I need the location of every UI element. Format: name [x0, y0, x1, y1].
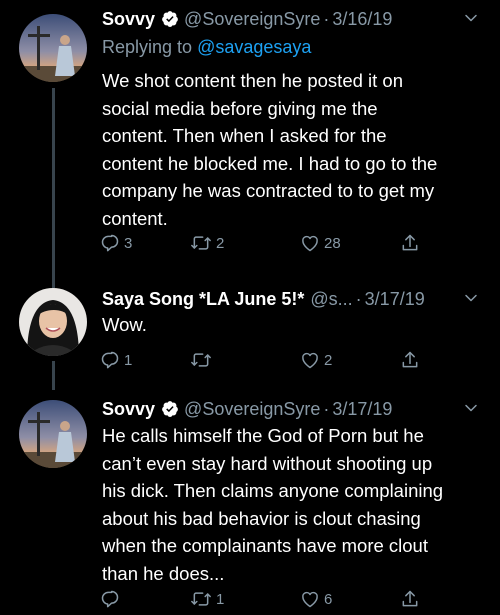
text-line: company he was contracted to to get my — [102, 180, 435, 201]
like-button[interactable]: 28 — [300, 233, 341, 253]
chevron-down-icon[interactable] — [464, 401, 478, 415]
tweet-header: Sovvy @SovereignSyre · 3/17/19 — [102, 396, 482, 422]
tweet-text: We shot content then he posted it on soc… — [102, 67, 487, 232]
reply-count: 3 — [124, 234, 133, 252]
verified-badge-icon — [162, 401, 178, 417]
like-button[interactable]: 2 — [300, 350, 332, 370]
handle[interactable]: @s... — [310, 286, 352, 312]
chevron-down-icon[interactable] — [464, 291, 478, 305]
text-line: content. Then when I asked for the — [102, 125, 387, 146]
reply-icon — [101, 590, 119, 608]
display-name[interactable]: Sovvy — [102, 396, 155, 422]
heart-icon — [302, 591, 318, 608]
share-button[interactable] — [400, 350, 420, 370]
text-line: than he does... — [102, 562, 225, 584]
thread-line — [52, 88, 55, 280]
reply-button[interactable]: 3 — [100, 233, 132, 253]
retweet-icon — [191, 236, 211, 250]
retweet-icon — [191, 592, 211, 606]
text-line: Wow. — [102, 314, 147, 335]
display-name[interactable]: Saya Song *LA June 5!* — [102, 286, 304, 312]
replying-to: Replying to @savagesaya — [102, 35, 311, 59]
avatar[interactable] — [19, 14, 87, 82]
text-line: about his bad behavior is clout chasing — [102, 507, 421, 529]
share-button[interactable] — [400, 233, 420, 253]
avatar[interactable] — [19, 288, 87, 356]
text-line: We shot content then he posted it on — [102, 70, 404, 91]
timestamp[interactable]: 3/17/19 — [365, 286, 425, 312]
tweet-header: Sovvy @SovereignSyre · 3/16/19 — [102, 6, 482, 32]
share-icon — [402, 590, 418, 607]
reply-icon — [101, 234, 119, 252]
text-line: social media before giving me the — [102, 97, 378, 119]
text-line: when the complainants have more clout — [102, 535, 428, 556]
retweet-icon — [191, 353, 211, 367]
retweet-button[interactable]: 2 — [190, 233, 224, 253]
tweet-actions: 1 2 — [100, 350, 440, 376]
share-icon — [402, 234, 418, 251]
tweet-text: Wow. — [102, 311, 487, 339]
tweet-2[interactable]: Saya Song *LA June 5!* @s... · 3/17/19 W… — [0, 280, 500, 390]
separator: · — [323, 399, 330, 419]
reply-count: 1 — [124, 351, 133, 369]
thread-line — [52, 361, 55, 390]
replying-to-label: Replying to — [102, 37, 193, 57]
verified-badge-icon — [162, 11, 178, 27]
separator: · — [323, 9, 330, 29]
retweet-count: 1 — [216, 590, 225, 608]
timestamp[interactable]: 3/17/19 — [332, 396, 392, 422]
reply-button[interactable] — [100, 589, 124, 609]
like-count: 2 — [324, 351, 333, 369]
share-button[interactable] — [400, 589, 420, 609]
handle[interactable]: @SovereignSyre — [184, 6, 320, 32]
tweet-actions: 3 2 28 — [100, 233, 440, 259]
like-count: 28 — [324, 234, 341, 252]
reply-button[interactable]: 1 — [100, 350, 132, 370]
reply-icon — [101, 351, 119, 369]
mention-link[interactable]: @savagesaya — [197, 37, 311, 57]
avatar[interactable] — [19, 400, 87, 468]
separator: · — [355, 289, 362, 309]
display-name[interactable]: Sovvy — [102, 6, 155, 32]
timestamp[interactable]: 3/16/19 — [332, 6, 392, 32]
text-line: content. — [102, 207, 168, 229]
text-line: can’t even stay hard without shooting up — [102, 452, 433, 474]
text-line: content he blocked me. I had to go to th… — [102, 152, 438, 174]
heart-icon — [302, 235, 318, 252]
like-button[interactable]: 6 — [300, 589, 332, 609]
text-line: his dick. Then claims anyone complaining — [102, 480, 444, 501]
chevron-down-icon[interactable] — [464, 11, 478, 25]
text-line: He calls himself the God of Porn but he — [102, 425, 424, 446]
retweet-button[interactable]: 1 — [190, 589, 224, 609]
retweet-count: 2 — [216, 234, 225, 252]
handle[interactable]: @SovereignSyre — [184, 396, 320, 422]
tweet-header: Saya Song *LA June 5!* @s... · 3/17/19 — [102, 286, 482, 312]
thread-line — [52, 280, 55, 288]
tweet-text: He calls himself the God of Porn but he … — [102, 422, 487, 587]
tweet-3[interactable]: Sovvy @SovereignSyre · 3/17/19 He calls … — [0, 390, 500, 612]
share-icon — [402, 351, 418, 368]
heart-icon — [302, 352, 318, 369]
retweet-button[interactable] — [190, 350, 216, 370]
tweet-actions: 1 6 — [100, 589, 440, 615]
like-count: 6 — [324, 590, 333, 608]
tweet-1[interactable]: Sovvy @SovereignSyre · 3/16/19 Replying … — [0, 0, 500, 280]
